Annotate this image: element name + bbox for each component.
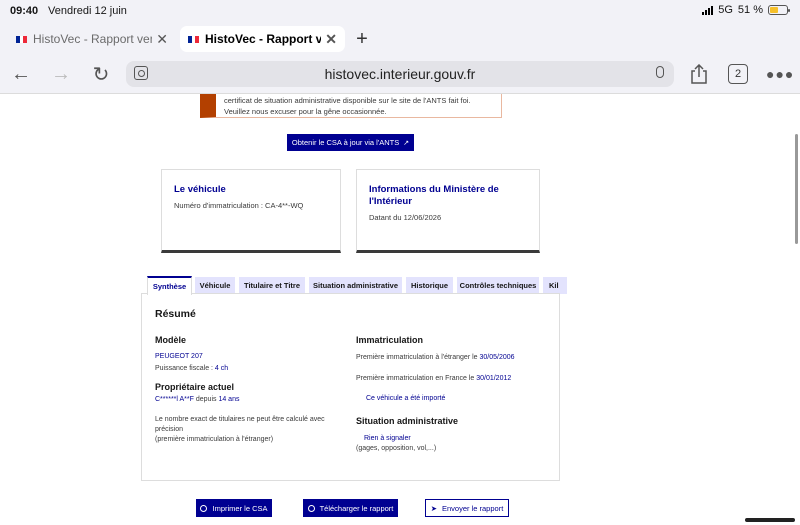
owner-name: C******l A**F xyxy=(155,396,194,403)
send-icon: ➤ xyxy=(430,503,437,513)
status-indicators: 5G 51 % xyxy=(702,4,790,16)
ministry-card-desc: Datant du 12/06/2026 xyxy=(369,213,442,222)
browser-tab-title: HistoVec - Rapport vend xyxy=(33,32,153,46)
signal-icon xyxy=(702,5,714,15)
tab-overview-button[interactable]: 2 xyxy=(728,64,748,84)
arrow-left-icon: ← xyxy=(11,62,31,85)
france-label: Première immatriculation en France le xyxy=(356,375,477,382)
send-report-button[interactable]: ➤ Envoyer le rapport xyxy=(425,499,509,517)
alert-text-line1: certificat de situation administrative d… xyxy=(224,96,471,105)
owner-note: Le nombre exact de titulaires ne peut êt… xyxy=(155,415,325,445)
owner-note-line3: (première immatriculation à l'étranger) xyxy=(155,436,274,443)
forward-button[interactable]: → xyxy=(48,62,74,86)
first-registration-abroad: Première immatriculation à l'étranger le… xyxy=(356,353,515,363)
browser-toolbar: ← → ↻ histovec.interieur.gouv.fr 2 ●●● xyxy=(0,54,800,94)
owner-heading: Propriétaire actuel xyxy=(155,382,235,392)
owner-note-line1: Le nombre exact de titulaires ne peut êt… xyxy=(155,416,325,423)
tab-titulaire[interactable]: Titulaire et Titre xyxy=(239,277,305,294)
share-icon[interactable] xyxy=(690,64,708,84)
home-indicator[interactable] xyxy=(745,518,795,522)
owner-since-value: 14 ans xyxy=(218,396,240,403)
ministry-title-line2: l'Intérieur xyxy=(369,196,412,207)
battery-icon xyxy=(768,5,790,15)
tab-situation[interactable]: Situation administrative xyxy=(309,277,402,294)
model-name: PEUGEOT 207 xyxy=(155,353,203,360)
close-icon[interactable]: ✕ xyxy=(325,31,337,48)
url-text: histovec.interieur.gouv.fr xyxy=(324,66,476,82)
abroad-label: Première immatriculation à l'étranger le xyxy=(356,354,480,361)
flag-icon xyxy=(188,35,200,43)
tab-kilometrage[interactable]: Kil xyxy=(543,277,567,294)
status-bar: 09:40 Vendredi 12 juin 5G 51 % xyxy=(0,0,800,24)
tab-synthese[interactable]: Synthèse xyxy=(147,276,192,295)
browser-tab-title: HistoVec - Rapport vend xyxy=(205,32,322,46)
admin-details: (gages, opposition, vol,...) xyxy=(356,445,437,452)
download-report-button[interactable]: Télécharger le rapport xyxy=(303,499,398,517)
page-scrollbar[interactable] xyxy=(795,134,798,244)
network-label: 5G xyxy=(718,4,733,16)
flag-icon xyxy=(16,35,28,43)
print-icon xyxy=(200,504,208,512)
ministry-card-title: Informations du Ministère de l'Intérieur xyxy=(369,184,527,208)
download-report-label: Télécharger le rapport xyxy=(319,503,394,513)
back-button[interactable]: ← xyxy=(8,62,34,86)
model-heading: Modèle xyxy=(155,335,187,345)
more-icon[interactable]: ●●● xyxy=(766,66,794,82)
report-tabs: Synthèse Véhicule Titulaire et Titre Sit… xyxy=(147,276,567,295)
vehicle-card-title: Le véhicule xyxy=(174,184,226,195)
reload-button[interactable]: ↻ xyxy=(88,62,114,86)
vehicle-card-desc: Numéro d'immatriculation : CA-4**-WQ xyxy=(174,201,304,210)
reload-icon: ↻ xyxy=(92,63,110,86)
owner-note-line2: précision xyxy=(155,426,184,433)
warning-alert: certificat de situation administrative d… xyxy=(200,94,502,118)
new-tab-button[interactable]: + xyxy=(348,26,376,52)
battery-label: 51 % xyxy=(737,4,763,16)
summary-panel: Résumé Modèle PEUGEOT 207 Puissance fisc… xyxy=(141,293,560,481)
page-content: certificat de situation administrative d… xyxy=(0,94,800,525)
admin-status-link[interactable]: Rien à signaler xyxy=(364,434,411,444)
admin-heading: Situation administrative xyxy=(356,416,459,426)
arrow-right-icon: → xyxy=(51,62,71,85)
vehicle-card[interactable]: Le véhicule Numéro d'immatriculation : C… xyxy=(161,169,341,253)
browser-tab-1[interactable]: HistoVec - Rapport vend ✕ xyxy=(8,26,176,52)
battery-fill xyxy=(770,7,779,13)
get-csa-button[interactable]: Obtenir le CSA à jour via l'ANTS ↗ xyxy=(287,134,414,151)
external-link-icon: ↗ xyxy=(403,139,410,147)
status-date: Vendredi 12 juin xyxy=(48,5,127,17)
address-bar[interactable]: histovec.interieur.gouv.fr xyxy=(126,61,674,87)
ministry-card[interactable]: Informations du Ministère de l'Intérieur… xyxy=(356,169,540,253)
browser-tab-2-active[interactable]: HistoVec - Rapport vend ✕ xyxy=(180,26,345,52)
abroad-date: 30/05/2006 xyxy=(479,354,515,361)
fiscal-power-label: Puissance fiscale : xyxy=(155,365,215,372)
status-time: 09:40 xyxy=(10,5,39,17)
ministry-title-line1: Informations du Ministère de xyxy=(369,184,499,195)
tab-historique[interactable]: Historique xyxy=(406,277,453,294)
registration-heading: Immatriculation xyxy=(356,335,424,345)
download-icon xyxy=(307,504,315,512)
fiscal-power: Puissance fiscale : 4 ch xyxy=(155,364,228,374)
alert-text-line2: Veuillez nous excuser pour la gêne occas… xyxy=(224,107,387,116)
fiscal-power-value: 4 ch xyxy=(214,365,229,372)
owner-line: C******l A**F depuis 14 ans xyxy=(155,395,239,405)
send-report-label: Envoyer le rapport xyxy=(442,503,504,513)
france-date: 30/01/2012 xyxy=(476,375,512,382)
get-csa-label: Obtenir le CSA à jour via l'ANTS xyxy=(291,138,400,147)
tab-vehicule[interactable]: Véhicule xyxy=(195,277,235,294)
browser-tab-bar: HistoVec - Rapport vend ✕ HistoVec - Rap… xyxy=(0,24,800,54)
plus-icon: + xyxy=(356,27,368,50)
print-csa-button[interactable]: Imprimer le CSA xyxy=(196,499,272,517)
microphone-icon[interactable] xyxy=(656,66,664,78)
close-icon[interactable]: ✕ xyxy=(156,31,168,48)
tab-controles[interactable]: Contrôles techniques xyxy=(457,277,539,294)
print-csa-label: Imprimer le CSA xyxy=(212,503,268,513)
imported-vehicle-link[interactable]: Ce véhicule a été importé xyxy=(366,394,445,404)
owner-since-label: depuis xyxy=(193,396,219,403)
first-registration-france: Première immatriculation en France le 30… xyxy=(356,374,511,384)
summary-title: Résumé xyxy=(155,308,196,320)
